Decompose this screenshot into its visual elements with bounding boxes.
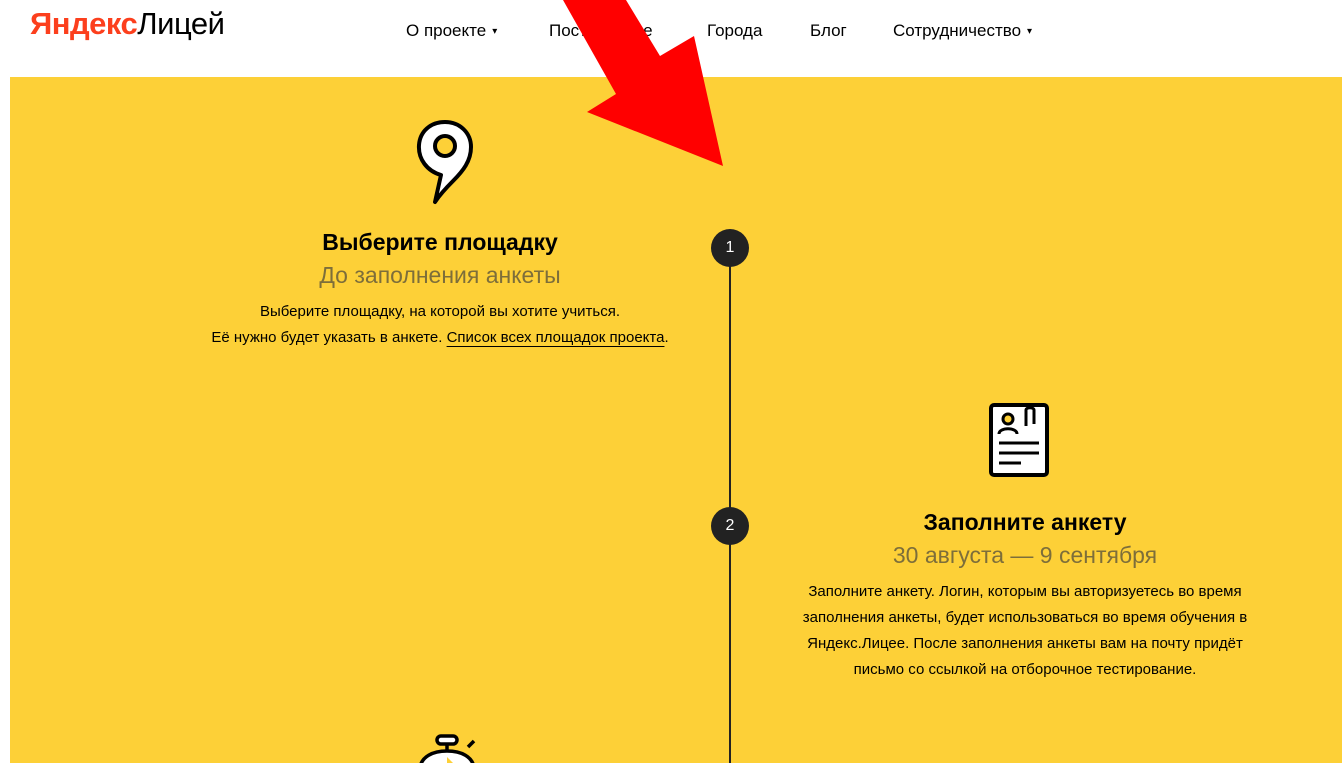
admission-timeline-section: 1 Выберите площадку До заполнения анкеты… — [10, 77, 1342, 763]
map-pin-icon — [416, 120, 473, 204]
nav-item-about[interactable]: О проекте ▾ — [406, 16, 497, 47]
step-description: Заполните анкету. Логин, которым вы авто… — [802, 583, 1248, 678]
nav-item-blog[interactable]: Блог — [810, 16, 847, 46]
step-choose-site: Выберите площадку До заполнения анкеты В… — [210, 227, 670, 351]
application-form-icon — [989, 403, 1049, 477]
step-number-1: 1 — [711, 229, 749, 267]
step-title: Заполните анкету — [923, 509, 1127, 535]
step-number-2: 2 — [711, 507, 749, 545]
nav-item-label: Сотрудничество — [893, 21, 1022, 40]
nav-item-label: О проекте — [406, 21, 487, 40]
nav-item-partnership[interactable]: Сотрудничество ▾ — [893, 16, 1032, 47]
chevron-down-icon: ▾ — [1027, 26, 1033, 37]
step-text-line: Выберите площадку, на которой вы хотите … — [259, 303, 621, 320]
nav-item-label: Города — [707, 21, 763, 40]
logo-brand: Яндекс — [30, 6, 138, 41]
all-sites-link[interactable]: Список всех площадок проекта — [447, 329, 665, 346]
step-text-punct: . — [664, 329, 669, 346]
step-fill-form: Заполните анкету 30 августа — 9 сентября… — [780, 507, 1270, 683]
step-text-line: Её нужно будет указать в анкете. — [211, 329, 447, 346]
site-header: ЯндексЛицей О проекте ▾ Поступление Город… — [0, 0, 1342, 77]
nav-item-cities[interactable]: Города — [707, 16, 762, 46]
step-date: До заполнения анкеты — [319, 262, 561, 288]
step-description: Выберите площадку, на которой вы хотите … — [210, 299, 670, 351]
yandex-lyceum-logo[interactable]: ЯндексЛицей — [30, 4, 225, 44]
nav-item-label: Блог — [810, 21, 847, 40]
nav-item-label: Поступление — [549, 21, 653, 40]
nav-item-admission[interactable]: Поступление — [549, 16, 653, 46]
timeline-line — [729, 244, 731, 763]
logo-product: Лицей — [137, 6, 225, 41]
step-title: Выберите площадку — [322, 229, 558, 255]
stopwatch-icon — [419, 734, 476, 763]
chevron-down-icon: ▾ — [492, 26, 498, 37]
step-date: 30 августа — 9 сентября — [892, 542, 1158, 568]
